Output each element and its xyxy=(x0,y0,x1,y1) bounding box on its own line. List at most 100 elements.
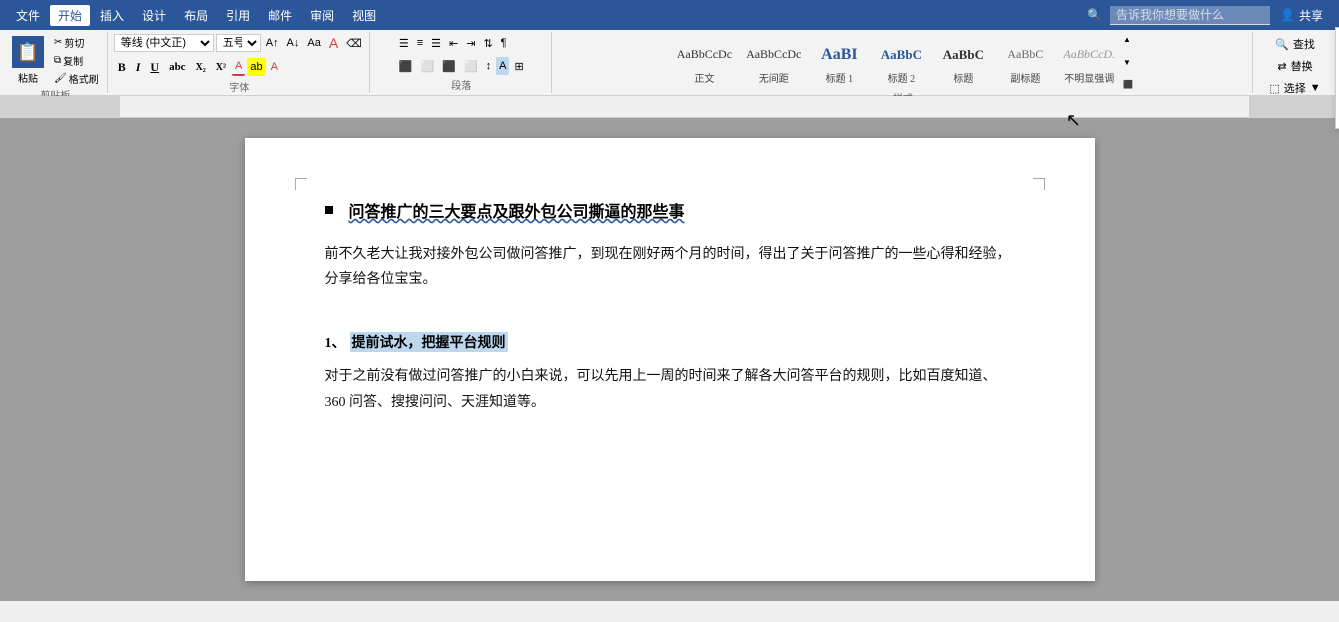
gallery-down-button[interactable]: ▼ xyxy=(1121,57,1135,68)
ruler xyxy=(0,96,1339,118)
menu-file[interactable]: 文件 xyxy=(8,5,48,26)
menu-view[interactable]: 视图 xyxy=(344,5,384,26)
share-button[interactable]: 👤 共享 xyxy=(1272,5,1331,26)
style-subtitle[interactable]: AaBbC 副标题 xyxy=(995,34,1055,90)
para-bottom-row: ⬛ ⬜ ⬛ ⬜ ↕ A ⊞ xyxy=(396,57,527,75)
italic-button[interactable]: I xyxy=(132,57,145,77)
style-normal[interactable]: AaBbCcDc 正文 xyxy=(671,34,738,90)
format-painter-icon: 🖌 xyxy=(54,73,67,84)
numbered-list-button[interactable]: ≡ xyxy=(414,34,426,52)
editing-group: 🔍 查找 ⇄ 替换 ⬚ 选择 ▼ xyxy=(1255,32,1335,93)
ruler-left-margin xyxy=(0,96,120,118)
section1-para: 对于之前没有做过问答推广的小白来说，可以先用上一周的时间来了解各大问答平台的规则… xyxy=(325,364,1015,414)
ruler-right-margin xyxy=(1249,96,1339,118)
paragraph-group: ☰ ≡ ☰ ⇤ ⇥ ⇅ ¶ ⬛ ⬜ ⬛ ⬜ ↕ A ⊞ 段落 xyxy=(372,32,552,93)
cut-icon: ✂ xyxy=(54,37,62,48)
menu-bar: 文件 开始 插入 设计 布局 引用 邮件 审阅 视图 🔍 👤 共享 xyxy=(0,0,1339,30)
document-title: 问答推广的三大要点及跟外包公司撕逼的那些事 xyxy=(325,198,1015,222)
menu-review[interactable]: 审阅 xyxy=(302,5,342,26)
bullet-icon xyxy=(325,206,333,214)
cut-button[interactable]: ✂ 剪切 xyxy=(50,34,103,51)
search-icon: 🔍 xyxy=(1087,8,1102,23)
empty-line-1 xyxy=(325,300,1015,320)
paste-icon: 📋 xyxy=(12,36,44,68)
bullet-list-button[interactable]: ☰ xyxy=(396,34,412,52)
superscript-button[interactable]: X² xyxy=(212,57,230,77)
para-content: ☰ ≡ ☰ ⇤ ⇥ ⇅ ¶ ⬛ ⬜ ⬛ ⬜ ↕ A ⊞ xyxy=(396,34,527,77)
font-bg-button[interactable]: A xyxy=(268,58,281,76)
copy-button[interactable]: ⧉ 复制 xyxy=(50,52,103,69)
corner-mark-tr xyxy=(1033,178,1045,190)
underline-button[interactable]: U xyxy=(146,57,163,77)
font-options-button[interactable]: A xyxy=(326,34,341,52)
line-spacing-button[interactable]: ↕ xyxy=(483,57,495,75)
font-content: 等线 (中文正) 五号 A↑ A↓ Aa A ⌫ B I U abc X₂ xyxy=(114,34,365,79)
style-heading2[interactable]: AaBbC 标题 2 xyxy=(871,34,931,90)
replace-icon: ⇄ xyxy=(1277,60,1286,73)
menu-design[interactable]: 设计 xyxy=(134,5,174,26)
title-search-area: 🔍 xyxy=(1087,6,1270,25)
font-clear-button[interactable]: ⌫ xyxy=(343,34,365,52)
border-button[interactable]: ⊞ xyxy=(511,57,526,75)
indent-decrease-button[interactable]: ⇤ xyxy=(446,34,461,52)
replace-button[interactable]: ⇄ 替换 xyxy=(1273,56,1316,76)
search-input[interactable] xyxy=(1110,6,1270,25)
sort-button[interactable]: ⇅ xyxy=(480,34,495,52)
menu-mail[interactable]: 邮件 xyxy=(260,5,300,26)
style-no-space[interactable]: AaBbCcDc 无间距 xyxy=(740,34,807,90)
editing-content: 🔍 查找 ⇄ 替换 ⬚ 选择 ▼ xyxy=(1265,34,1324,98)
styles-group: AaBbCcDc 正文 AaBbCcDc 无间距 AaBI 标题 1 AaBbC… xyxy=(554,32,1253,93)
font-name-select[interactable]: 等线 (中文正) xyxy=(114,34,214,52)
shading-button[interactable]: A xyxy=(496,57,509,75)
menu-layout[interactable]: 布局 xyxy=(176,5,216,26)
font-top-row: 等线 (中文正) 五号 A↑ A↓ Aa A ⌫ xyxy=(114,34,365,52)
para-label: 段落 xyxy=(451,77,471,92)
font-size-increase-button[interactable]: A↑ xyxy=(263,34,282,52)
multilevel-list-button[interactable]: ☰ xyxy=(428,34,444,52)
indent-increase-button[interactable]: ⇥ xyxy=(463,34,478,52)
bold-button[interactable]: B xyxy=(114,57,130,77)
section1-heading: 1、 提前试水，把握平台规则 xyxy=(325,332,1015,352)
gallery-arrows: ▲ ▼ ⬛ xyxy=(1121,34,1135,90)
strikethrough-button[interactable]: abc xyxy=(165,57,190,77)
style-heading1[interactable]: AaBI 标题 1 xyxy=(809,34,869,90)
copy-icon: ⧉ xyxy=(54,55,61,66)
align-right-button[interactable]: ⬛ xyxy=(439,57,459,75)
show-marks-button[interactable]: ¶ xyxy=(498,34,510,52)
menu-reference[interactable]: 引用 xyxy=(218,5,258,26)
ribbon-row: 📋 粘贴 ✂ 剪切 ⧉ 复制 🖌 格式刷 xyxy=(0,30,1339,95)
font-group: 等线 (中文正) 五号 A↑ A↓ Aa A ⌫ B I U abc X₂ xyxy=(110,32,370,93)
empty-line-2 xyxy=(325,356,1015,364)
styles-content: AaBbCcDc 正文 AaBbCcDc 无间距 AaBI 标题 1 AaBbC… xyxy=(671,34,1135,90)
find-icon: 🔍 xyxy=(1275,38,1289,51)
font-aa-button[interactable]: Aa xyxy=(304,34,323,52)
menu-home[interactable]: 开始 xyxy=(50,5,90,26)
select-button[interactable]: ⬚ 选择 ▼ xyxy=(1265,78,1324,98)
paste-button[interactable]: 📋 粘贴 xyxy=(8,34,48,87)
section1-title-highlighted: 提前试水，把握平台规则 xyxy=(350,332,508,352)
justify-button[interactable]: ⬜ xyxy=(461,57,481,75)
menu-insert[interactable]: 插入 xyxy=(92,5,132,26)
font-size-decrease-button[interactable]: A↓ xyxy=(284,34,303,52)
clipboard-content: 📋 粘贴 ✂ 剪切 ⧉ 复制 🖌 格式刷 xyxy=(8,34,103,87)
ruler-content[interactable] xyxy=(120,96,1249,118)
gallery-more-button[interactable]: ⬛ xyxy=(1121,79,1135,90)
clipboard-small-btns: ✂ 剪切 ⧉ 复制 🖌 格式刷 xyxy=(50,34,103,87)
select-dropdown-arrow: ▼ xyxy=(1310,82,1321,94)
font-color-button[interactable]: A xyxy=(232,58,245,76)
document-para1: 前不久老大让我对接外包公司做问答推广，到现在刚好两个月的时间，得出了关于问答推广… xyxy=(325,242,1015,292)
font-size-select[interactable]: 五号 xyxy=(216,34,261,52)
select-icon: ⬚ xyxy=(1269,82,1279,95)
user-icon: 👤 xyxy=(1280,8,1295,23)
align-center-button[interactable]: ⬜ xyxy=(418,57,438,75)
style-title[interactable]: AaBbC 标题 xyxy=(933,34,993,90)
font-label: 字体 xyxy=(229,79,249,94)
document-page: 问答推广的三大要点及跟外包公司撕逼的那些事 前不久老大让我对接外包公司做问答推广… xyxy=(245,138,1095,581)
highlight-button[interactable]: ab xyxy=(247,58,265,76)
align-left-button[interactable]: ⬛ xyxy=(396,57,416,75)
style-subtle[interactable]: AaBbCcD. 不明显强调 xyxy=(1057,34,1121,90)
find-button[interactable]: 🔍 查找 xyxy=(1271,34,1319,54)
subscript-button[interactable]: X₂ xyxy=(192,57,210,77)
format-painter-button[interactable]: 🖌 格式刷 xyxy=(50,70,103,87)
gallery-up-button[interactable]: ▲ xyxy=(1121,34,1135,45)
